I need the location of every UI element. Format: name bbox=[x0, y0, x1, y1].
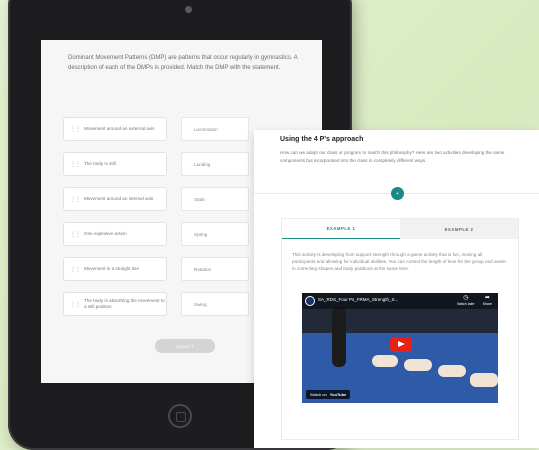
draggable-statement[interactable]: ⋮⋮ Movement around an external axis bbox=[63, 117, 167, 141]
video-player[interactable]: SA_RDS_Four Ps_FRMA_Strength_S... ◷ Watch… bbox=[302, 293, 498, 403]
draggable-statement[interactable]: ⋮⋮ Movement around an internal axis bbox=[63, 187, 167, 211]
drag-handle-icon[interactable]: ⋮⋮ bbox=[70, 266, 81, 273]
drop-target[interactable]: Static bbox=[181, 187, 249, 211]
share-icon: ➦ bbox=[484, 295, 490, 301]
video-figure bbox=[332, 307, 346, 367]
share-button[interactable]: ➦ Share bbox=[483, 295, 492, 306]
channel-logo-icon[interactable] bbox=[305, 296, 315, 306]
drop-target[interactable]: Locomotion bbox=[181, 117, 249, 141]
drag-handle-icon[interactable]: ⋮⋮ bbox=[70, 161, 81, 168]
video-figure bbox=[438, 365, 466, 377]
drag-handle-icon[interactable]: ⋮⋮ bbox=[70, 196, 81, 203]
drop-target[interactable]: Landing bbox=[181, 152, 249, 176]
watch-later-button[interactable]: ◷ Watch later bbox=[457, 295, 475, 306]
draggable-statement[interactable]: ⋮⋮ Movement in a straight line bbox=[63, 257, 167, 281]
lesson-panel: Using the 4 P's approach How can we adap… bbox=[254, 130, 539, 448]
camera-icon bbox=[185, 6, 192, 13]
tab-example-1[interactable]: EXAMPLE 1 bbox=[282, 219, 400, 239]
tab-example-2[interactable]: EXAMPLE 2 bbox=[400, 219, 518, 239]
drag-handle-icon[interactable]: ⋮⋮ bbox=[70, 126, 81, 133]
plus-icon[interactable]: + bbox=[391, 187, 404, 200]
quiz-intro: Dominant Movement Patterns (DMP) are pat… bbox=[68, 55, 298, 71]
video-header: SA_RDS_Four Ps_FRMA_Strength_S... ◷ Watch… bbox=[302, 293, 498, 309]
play-icon[interactable] bbox=[390, 337, 412, 352]
draggable-statement[interactable]: ⋮⋮ The body is still bbox=[63, 152, 167, 176]
drag-handle-icon[interactable]: ⋮⋮ bbox=[70, 301, 81, 308]
match-row: ⋮⋮ One explosive action Spring bbox=[63, 222, 251, 246]
draggable-statement[interactable]: ⋮⋮ One explosive action bbox=[63, 222, 167, 246]
submit-button[interactable]: SUBMIT bbox=[155, 339, 215, 353]
match-row: ⋮⋮ Movement around an internal axis Stati… bbox=[63, 187, 251, 211]
drop-target[interactable]: Spring bbox=[181, 222, 249, 246]
drop-target[interactable]: Rotation bbox=[181, 257, 249, 281]
video-figure bbox=[470, 373, 498, 387]
video-title[interactable]: SA_RDS_Four Ps_FRMA_Strength_S... bbox=[318, 297, 398, 302]
draggable-statement[interactable]: ⋮⋮ The body is absorbing the movement to … bbox=[63, 292, 167, 316]
panel-subtitle: How can we adapt our class or program to… bbox=[280, 150, 505, 163]
example-card: EXAMPLE 1 EXAMPLE 2 This activity is dev… bbox=[281, 218, 519, 440]
drop-target[interactable]: Swing bbox=[181, 292, 249, 316]
drag-handle-icon[interactable]: ⋮⋮ bbox=[70, 231, 81, 238]
video-figure bbox=[404, 359, 432, 371]
match-row: ⋮⋮ Movement in a straight line Rotation bbox=[63, 257, 251, 281]
watch-on-youtube-button[interactable]: Watch on YouTube bbox=[306, 390, 351, 399]
match-row: ⋮⋮ The body is still Landing bbox=[63, 152, 251, 176]
example-description: This activity is developing from support… bbox=[292, 252, 506, 271]
home-button[interactable] bbox=[168, 404, 192, 428]
panel-title: Using the 4 P's approach bbox=[280, 136, 364, 143]
clock-icon: ◷ bbox=[463, 295, 469, 301]
match-row: ⋮⋮ The body is absorbing the movement to … bbox=[63, 292, 251, 316]
match-row: ⋮⋮ Movement around an external axis Locom… bbox=[63, 117, 251, 141]
video-figure bbox=[372, 355, 398, 367]
